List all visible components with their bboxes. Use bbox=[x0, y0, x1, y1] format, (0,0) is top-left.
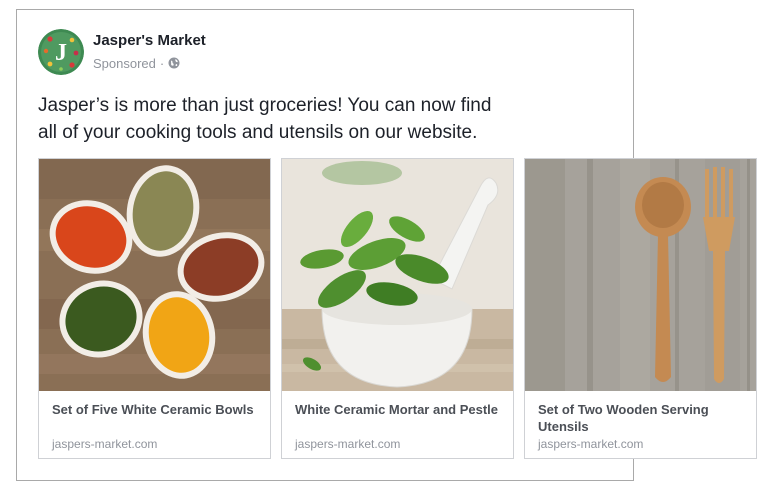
mortar-pestle-image bbox=[282, 159, 513, 391]
carousel-item-title[interactable]: White Ceramic Mortar and Pestle bbox=[295, 401, 500, 418]
avatar-letter: J bbox=[55, 40, 67, 66]
post-text-line: Jasper’s is more than just groceries! Yo… bbox=[38, 95, 492, 116]
spice-bowls-image bbox=[39, 159, 270, 391]
carousel-item-title[interactable]: Set of Five White Ceramic Bowls bbox=[52, 401, 257, 418]
separator-dot: · bbox=[159, 55, 165, 71]
carousel-item-title[interactable]: Set of Two Wooden Serving Utensils bbox=[538, 401, 743, 435]
page-name-link[interactable]: Jasper's Market bbox=[93, 32, 206, 49]
wooden-utensils-image bbox=[525, 159, 756, 391]
post-text-line: all of your cooking tools and utensils o… bbox=[38, 122, 478, 143]
post-text: Jasper’s is more than just groceries! Yo… bbox=[38, 92, 528, 146]
sponsored-label[interactable]: Sponsored bbox=[93, 56, 156, 71]
carousel-card-mortar-pestle[interactable]: White Ceramic Mortar and Pestle jaspers-… bbox=[281, 158, 514, 459]
sponsored-row: Sponsored · bbox=[93, 55, 180, 71]
carousel-item-domain: jaspers-market.com bbox=[52, 437, 158, 451]
carousel-item-domain: jaspers-market.com bbox=[295, 437, 401, 451]
carousel-card-spice-bowls[interactable]: Set of Five White Ceramic Bowls jaspers-… bbox=[38, 158, 271, 459]
globe-icon[interactable] bbox=[168, 57, 180, 69]
page-avatar[interactable]: J bbox=[38, 29, 84, 75]
carousel-card-wooden-utensils[interactable]: Set of Two Wooden Serving Utensils jaspe… bbox=[524, 158, 757, 459]
carousel-item-domain: jaspers-market.com bbox=[538, 437, 644, 451]
